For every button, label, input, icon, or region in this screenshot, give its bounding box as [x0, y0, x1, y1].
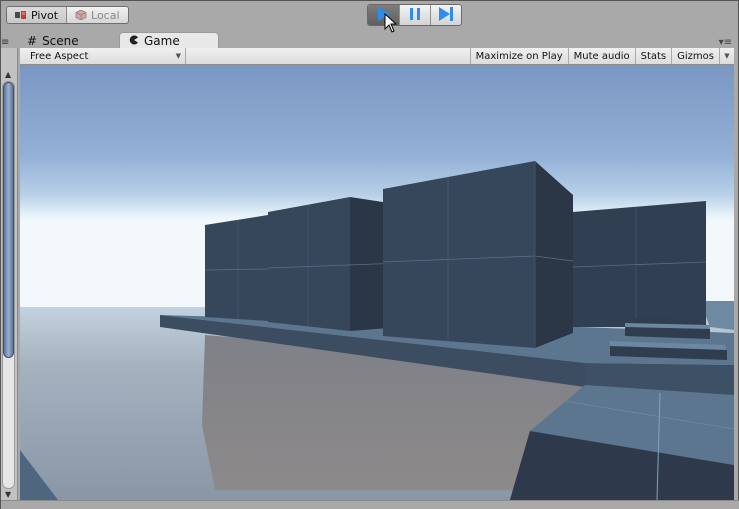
bottom-edge — [1, 500, 739, 509]
scroll-down-arrow-icon[interactable]: ▼ — [5, 490, 11, 499]
grid-icon: # — [27, 33, 38, 48]
local-label: Local — [91, 8, 120, 22]
mouse-cursor-icon — [384, 12, 398, 33]
step-button[interactable] — [430, 5, 461, 25]
panel-menu-icon[interactable]: ≡ — [1, 37, 9, 48]
pause-button[interactable] — [399, 5, 430, 25]
game-view-toolbar: Free Aspect ▼ Maximize on Play Mute audi… — [20, 48, 734, 65]
stats-toggle[interactable]: Stats — [636, 48, 673, 64]
unity-editor-window: Pivot Local ≡ # Scene Game ▾≡ ▲ ▼ Free A… — [0, 0, 739, 509]
pivot-local-toggle: Pivot Local — [6, 6, 129, 24]
cube-2 — [267, 197, 403, 331]
playback-controls — [367, 4, 462, 26]
aspect-label: Free Aspect — [30, 50, 89, 62]
tab-game[interactable]: Game — [119, 32, 219, 49]
tab-game-label: Game — [144, 34, 180, 48]
maximize-on-play-toggle[interactable]: Maximize on Play — [471, 48, 569, 64]
pacman-icon — [129, 34, 139, 48]
cube-icon — [75, 9, 87, 21]
scrollbar-thumb[interactable] — [3, 82, 14, 358]
cube-3 — [382, 161, 574, 348]
mute-audio-toggle[interactable]: Mute audio — [569, 48, 636, 64]
game-viewport[interactable] — [20, 65, 734, 500]
pause-icon — [409, 7, 421, 24]
tab-scene-label: Scene — [42, 33, 79, 48]
aspect-dropdown[interactable]: Free Aspect ▼ — [20, 48, 186, 64]
chevron-down-icon: ▼ — [175, 52, 181, 60]
pivot-icon — [15, 10, 27, 20]
gizmos-toggle[interactable]: Gizmos — [672, 48, 720, 64]
vertical-scrollbar[interactable] — [2, 81, 15, 489]
tab-scene[interactable]: # Scene — [27, 32, 79, 49]
pivot-label: Pivot — [31, 8, 59, 22]
local-button[interactable]: Local — [66, 7, 128, 23]
tab-options-menu-icon[interactable]: ▾≡ — [719, 37, 732, 48]
cube-4 — [572, 201, 707, 327]
step-icon — [438, 6, 454, 24]
gizmos-dropdown-icon[interactable]: ▼ — [720, 48, 734, 64]
scroll-up-arrow-icon[interactable]: ▲ — [5, 70, 11, 79]
pivot-button[interactable]: Pivot — [7, 7, 67, 23]
